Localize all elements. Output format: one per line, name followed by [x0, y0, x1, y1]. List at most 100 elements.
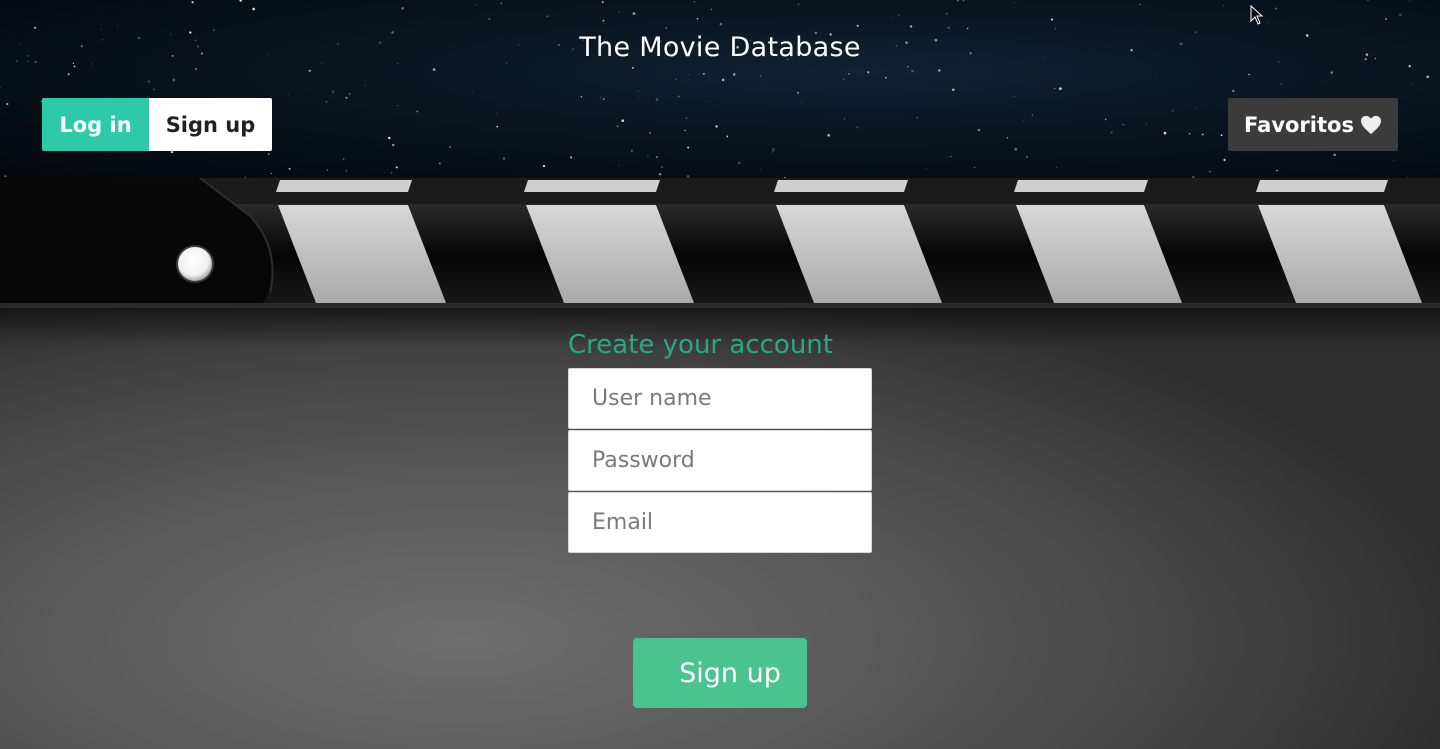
star — [1188, 132, 1191, 135]
star — [1248, 73, 1250, 76]
star — [326, 169, 329, 171]
star — [601, 1, 604, 4]
star — [632, 12, 636, 15]
app-root: The Movie Database Log in Sign up Favori… — [0, 0, 1440, 749]
star — [665, 27, 668, 30]
star — [950, 155, 952, 158]
star — [287, 94, 289, 96]
star — [602, 98, 605, 101]
star — [34, 26, 37, 29]
login-button[interactable]: Log in — [42, 98, 149, 151]
star — [843, 118, 846, 120]
star — [1026, 156, 1028, 158]
star — [705, 100, 707, 102]
star — [1333, 153, 1336, 157]
star — [618, 165, 619, 167]
star — [475, 4, 477, 6]
star — [685, 117, 688, 119]
star — [383, 171, 385, 173]
header-signup-button[interactable]: Sign up — [149, 98, 272, 151]
star — [891, 25, 893, 27]
star — [288, 167, 291, 170]
star — [194, 67, 198, 71]
star — [502, 157, 506, 160]
star — [91, 63, 93, 65]
star — [1163, 131, 1167, 135]
star — [191, 1, 194, 4]
star — [1054, 28, 1056, 30]
star — [660, 166, 664, 169]
star — [710, 8, 713, 11]
star — [308, 69, 311, 72]
star — [1050, 18, 1054, 21]
star — [843, 79, 844, 80]
signup-submit-button[interactable]: Sign up — [633, 638, 807, 708]
star — [621, 119, 625, 123]
star — [909, 25, 913, 28]
star — [772, 151, 774, 153]
star — [546, 15, 549, 18]
star — [1122, 124, 1124, 126]
star — [153, 88, 155, 91]
header-banner: The Movie Database Log in Sign up Favori… — [0, 0, 1440, 180]
star — [395, 166, 398, 169]
star — [797, 3, 800, 5]
star — [687, 146, 690, 149]
password-input[interactable] — [568, 430, 872, 491]
star — [945, 12, 948, 15]
star — [1412, 82, 1414, 84]
star — [342, 158, 345, 160]
star — [1031, 114, 1033, 116]
star — [885, 76, 887, 79]
star — [1267, 22, 1269, 24]
star — [856, 126, 859, 129]
star — [401, 7, 404, 10]
star — [719, 22, 723, 26]
star — [1393, 160, 1395, 162]
star — [147, 80, 150, 83]
star — [397, 104, 399, 106]
star — [631, 150, 633, 152]
star — [570, 156, 573, 159]
star — [270, 172, 272, 174]
star — [867, 71, 870, 74]
clapperboard-graphic — [0, 178, 1440, 314]
star — [658, 172, 662, 176]
star — [1276, 169, 1278, 172]
star — [6, 102, 9, 106]
star — [101, 28, 102, 30]
star — [364, 84, 366, 86]
email-input[interactable] — [568, 492, 872, 553]
star — [703, 72, 705, 75]
star — [396, 62, 399, 65]
star — [73, 65, 76, 68]
star — [916, 117, 918, 119]
star — [647, 154, 649, 157]
star — [1220, 134, 1223, 137]
star — [738, 161, 741, 165]
star — [952, 88, 955, 92]
star — [674, 78, 677, 81]
star — [1385, 18, 1387, 20]
username-input[interactable] — [568, 368, 872, 429]
star — [772, 148, 775, 151]
star — [348, 92, 351, 95]
star — [1330, 71, 1333, 74]
star — [616, 125, 619, 128]
star — [726, 135, 729, 138]
star — [1054, 88, 1056, 90]
star — [677, 95, 680, 98]
heart-icon — [1360, 115, 1381, 134]
star — [449, 146, 451, 148]
star — [1209, 170, 1211, 173]
star — [721, 78, 725, 82]
star — [637, 90, 639, 92]
star — [331, 90, 335, 94]
form-title: Create your account — [568, 330, 833, 360]
star — [1022, 120, 1024, 122]
star — [946, 156, 948, 158]
star — [974, 166, 976, 168]
star — [957, 0, 959, 2]
star — [117, 25, 119, 27]
favorites-button[interactable]: Favoritos — [1228, 98, 1398, 151]
